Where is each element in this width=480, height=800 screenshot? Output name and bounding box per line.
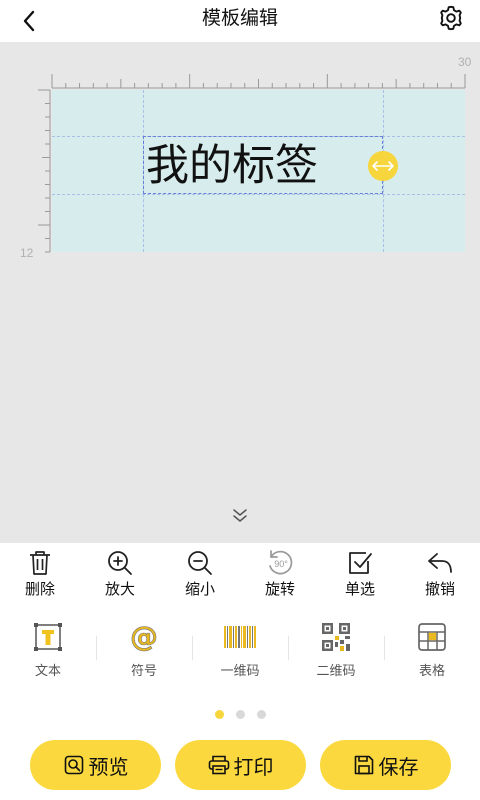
element-label: 符号 bbox=[130, 664, 157, 679]
horizontal-resize-icon bbox=[372, 161, 394, 171]
undo-button[interactable]: 撤销 bbox=[410, 547, 470, 605]
save-button[interactable]: 保存 bbox=[320, 740, 451, 790]
tool-label: 放大 bbox=[104, 580, 135, 598]
edit-toolbar: 删除 放大 缩小 90° 旋转 单选 撤销 bbox=[0, 543, 480, 605]
element-label: 一维码 bbox=[220, 664, 260, 679]
preview-button[interactable]: 预览 bbox=[30, 740, 161, 790]
svg-text:@: @ bbox=[130, 620, 158, 653]
trash-icon bbox=[30, 551, 50, 575]
top-bar: 模板编辑 bbox=[0, 0, 480, 42]
settings-button[interactable] bbox=[436, 3, 466, 33]
element-label: 文本 bbox=[34, 664, 61, 679]
text-element[interactable]: 我的标签 bbox=[143, 136, 383, 194]
tool-label: 单选 bbox=[344, 580, 375, 598]
delete-button[interactable]: 删除 bbox=[10, 547, 70, 605]
element-palette: 文本 @ 符号 一维码 二维码 表格 bbox=[0, 608, 480, 698]
add-table-button[interactable]: 表格 bbox=[384, 614, 480, 690]
printer-icon bbox=[208, 755, 229, 775]
print-button[interactable]: 打印 bbox=[175, 740, 306, 790]
zoom-in-button[interactable]: 放大 bbox=[90, 547, 150, 605]
rotate-90-icon: 90° bbox=[269, 550, 293, 575]
tool-label: 撤销 bbox=[424, 580, 455, 598]
barcode-icon bbox=[224, 626, 256, 648]
double-chevron-down-icon bbox=[233, 509, 247, 522]
add-barcode-button[interactable]: 一维码 bbox=[192, 614, 288, 690]
preview-icon bbox=[64, 755, 83, 775]
text-icon bbox=[34, 623, 62, 651]
add-symbol-button[interactable]: @ 符号 bbox=[96, 614, 192, 690]
ruler-left-label: 12 bbox=[20, 246, 34, 260]
collapse-panel-button[interactable] bbox=[227, 504, 253, 526]
element-label: 表格 bbox=[418, 664, 445, 679]
tool-label: 删除 bbox=[24, 580, 55, 598]
preview-label: 预览 bbox=[88, 754, 129, 779]
add-qrcode-button[interactable]: 二维码 bbox=[288, 614, 384, 690]
save-label: 保存 bbox=[378, 754, 419, 779]
zoom-in-icon bbox=[108, 551, 132, 575]
zoom-out-button[interactable]: 缩小 bbox=[170, 547, 230, 605]
checkbox-icon bbox=[349, 552, 372, 574]
zoom-out-icon bbox=[188, 551, 212, 575]
resize-handle[interactable] bbox=[368, 151, 398, 181]
page-dot-active[interactable] bbox=[215, 710, 224, 719]
text-element-content: 我的标签 bbox=[146, 141, 318, 191]
single-select-button[interactable]: 单选 bbox=[330, 547, 390, 605]
guide-line bbox=[52, 194, 465, 195]
table-icon bbox=[418, 623, 446, 651]
element-label: 二维码 bbox=[316, 664, 356, 679]
print-label: 打印 bbox=[233, 754, 274, 779]
rotate-button[interactable]: 90° 旋转 bbox=[250, 547, 310, 605]
page-title: 模板编辑 bbox=[201, 7, 278, 29]
page-dot[interactable] bbox=[257, 710, 266, 719]
at-symbol-icon: @ bbox=[130, 620, 159, 653]
tool-label: 缩小 bbox=[184, 580, 215, 598]
page-dot[interactable] bbox=[236, 710, 245, 719]
add-text-button[interactable]: 文本 bbox=[0, 614, 96, 690]
tool-label: 旋转 bbox=[264, 580, 295, 598]
ruler-top-label: 30 bbox=[458, 55, 472, 69]
qrcode-icon bbox=[322, 623, 350, 651]
gear-icon bbox=[440, 5, 462, 31]
svg-text:90°: 90° bbox=[274, 559, 288, 569]
save-icon bbox=[354, 755, 373, 775]
page-indicator bbox=[0, 708, 480, 722]
undo-icon bbox=[428, 553, 452, 573]
canvas-area[interactable]: 30 12 我的标签 bbox=[0, 42, 480, 543]
